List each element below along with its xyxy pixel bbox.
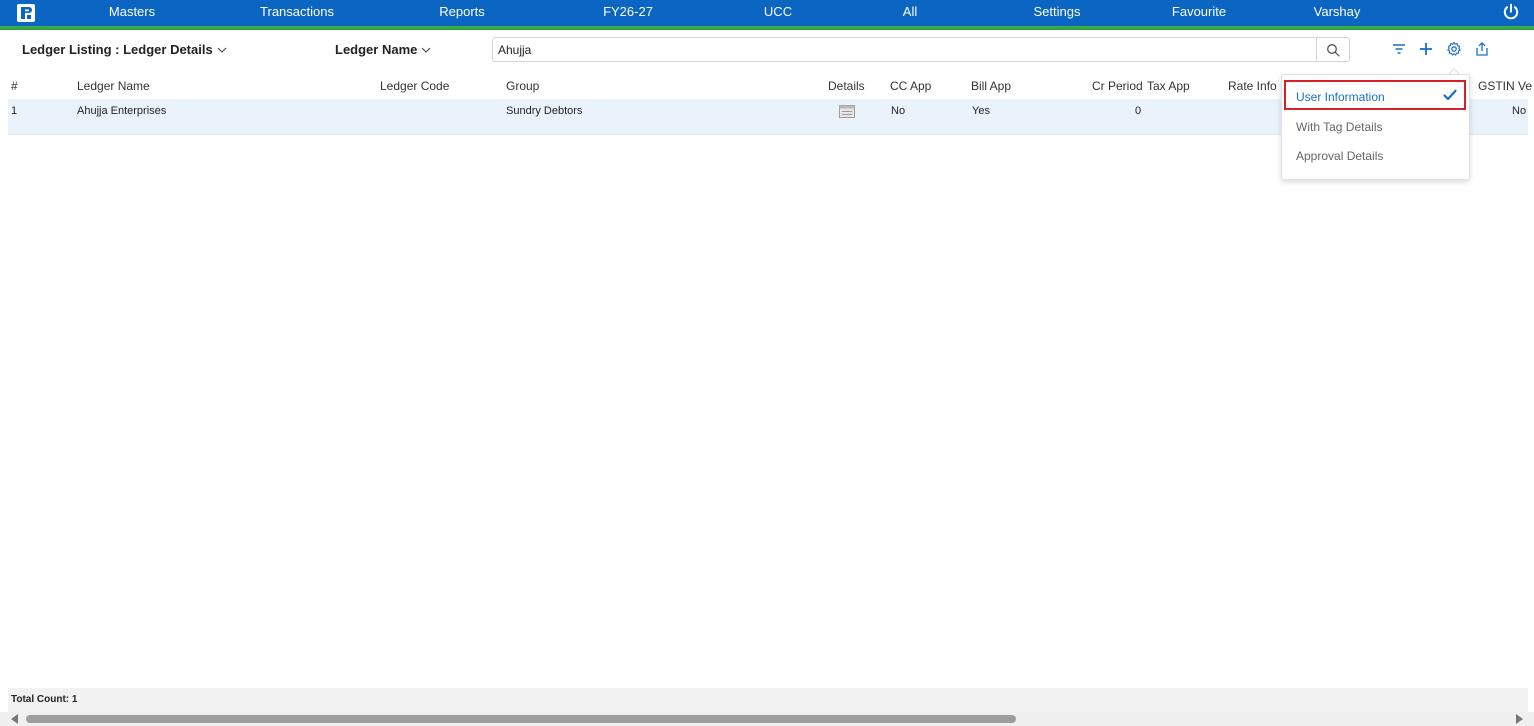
nav-ucc[interactable]: UCC: [764, 4, 792, 20]
nav-favourite[interactable]: Favourite: [1172, 4, 1226, 20]
column-header-group[interactable]: Group: [506, 79, 539, 93]
column-header-rate-info[interactable]: Rate Info: [1228, 79, 1277, 93]
column-header-details[interactable]: Details: [828, 79, 865, 93]
total-count: Total Count: 1: [11, 694, 78, 705]
cell-ledger-name[interactable]: Ahujja Enterprises: [77, 105, 166, 117]
scrollbar-thumb[interactable]: [26, 715, 1016, 723]
column-header-ledger-code[interactable]: Ledger Code: [380, 79, 449, 93]
cell-group: Sundry Debtors: [506, 105, 583, 117]
cell-bill-app: Yes: [972, 105, 990, 117]
table-footer: Total Count: 1: [8, 688, 1528, 712]
column-header-index[interactable]: #: [11, 79, 18, 93]
column-header-cc-app[interactable]: CC App: [890, 79, 931, 93]
add-icon[interactable]: [1418, 41, 1434, 57]
column-header-bill-app[interactable]: Bill App: [971, 79, 1011, 93]
listing-title: Ledger Listing : Ledger Details: [22, 42, 213, 57]
checkmark-icon: [1443, 89, 1457, 101]
settings-icon[interactable]: [1446, 41, 1462, 57]
menu-item-user-information[interactable]: User Information: [1296, 90, 1385, 104]
listing-title-dropdown[interactable]: Ledger Listing : Ledger Details: [22, 42, 227, 57]
column-header-ledger-name[interactable]: Ledger Name: [77, 79, 150, 93]
chevron-down-icon: [421, 47, 431, 53]
nav-settings[interactable]: Settings: [1034, 4, 1081, 20]
nav-masters[interactable]: Masters: [109, 4, 155, 20]
column-header-cr-period[interactable]: Cr Period: [1092, 79, 1143, 93]
search-input[interactable]: [493, 38, 1317, 61]
scroll-right-icon[interactable]: [1514, 714, 1524, 724]
cell-gstin-verified: No: [1512, 105, 1527, 117]
cell-index: 1: [11, 105, 18, 117]
menu-item-approval-details[interactable]: Approval Details: [1296, 149, 1383, 163]
search-box: [492, 37, 1350, 62]
nav-reports[interactable]: Reports: [439, 4, 485, 20]
export-icon[interactable]: [1474, 41, 1490, 57]
column-header-tax-app[interactable]: Tax App: [1147, 79, 1190, 93]
chevron-down-icon: [217, 47, 227, 53]
details-icon[interactable]: [839, 105, 855, 118]
search-icon: [1327, 43, 1340, 56]
cell-cr-period: 0: [1135, 105, 1142, 117]
nav-financial-year[interactable]: FY26-27: [603, 4, 653, 20]
power-icon[interactable]: [1502, 3, 1520, 21]
column-header-gstin-verified[interactable]: GSTIN Ve: [1478, 79, 1532, 93]
nav-user-varshay[interactable]: Varshay: [1314, 4, 1361, 20]
company-logo[interactable]: [16, 3, 36, 23]
scroll-left-icon[interactable]: [10, 714, 20, 724]
top-nav-accent-strip: [0, 26, 1534, 30]
search-field-selector[interactable]: Ledger Name: [335, 42, 431, 57]
cell-cc-app: No: [891, 105, 906, 117]
nav-transactions[interactable]: Transactions: [260, 4, 334, 20]
top-nav-bar: Masters Transactions Reports FY26-27 UCC…: [0, 0, 1534, 26]
settings-dropdown-menu: User Information With Tag Details Approv…: [1281, 74, 1470, 180]
search-field-label: Ledger Name: [335, 42, 418, 57]
horizontal-scrollbar[interactable]: [0, 712, 1534, 726]
menu-item-with-tag-details[interactable]: With Tag Details: [1296, 120, 1382, 134]
nav-all[interactable]: All: [903, 4, 917, 20]
filter-icon[interactable]: [1391, 41, 1407, 57]
search-button[interactable]: [1316, 38, 1349, 61]
